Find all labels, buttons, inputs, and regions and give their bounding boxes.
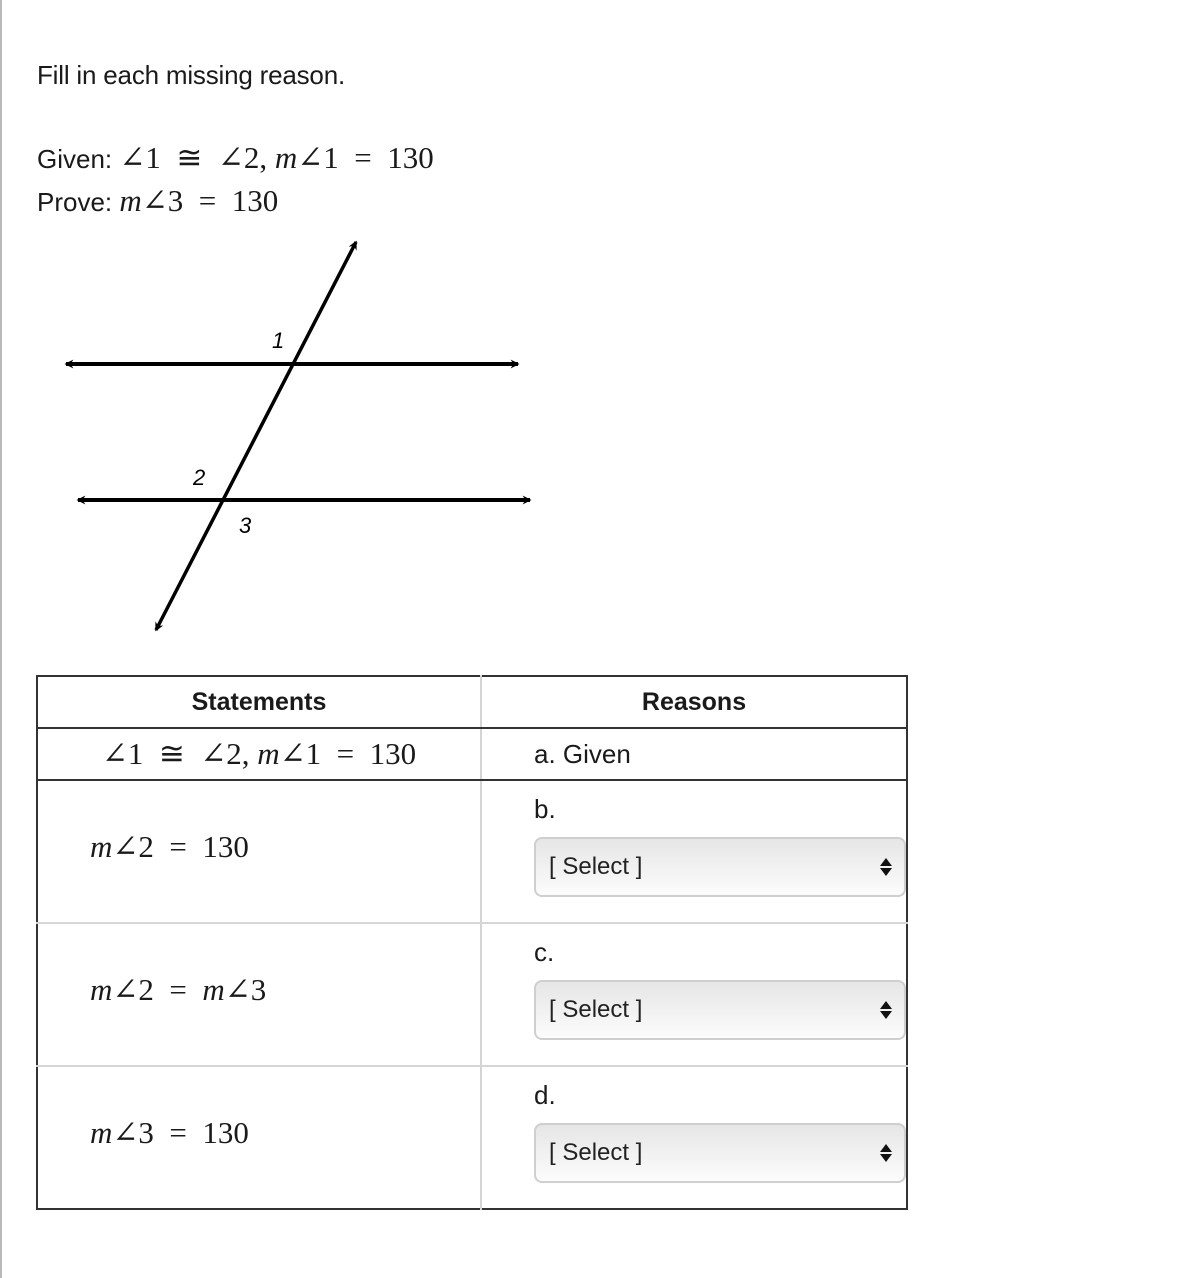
updown-arrows-icon — [880, 1144, 892, 1162]
math-token: 130 — [231, 183, 279, 218]
reason-b-select[interactable]: [ Select ] — [534, 837, 906, 897]
math-token: = — [169, 1114, 187, 1150]
reason-c-select[interactable]: [ Select ] — [534, 980, 906, 1040]
reason-cell: c. [ Select ] — [481, 923, 907, 1067]
table-row: m∠2 = m∠3 c. [ Select ] — [37, 923, 907, 1067]
math-token: m — [202, 971, 225, 1007]
header-statements: Statements — [37, 676, 482, 729]
reason-cell: a. Given — [481, 728, 907, 781]
math-token: 130 — [387, 140, 434, 175]
statement-math: m∠2 = 130 — [90, 829, 249, 864]
math-token: ∠2, — [217, 140, 268, 175]
statement-cell: m∠3 = 130 — [37, 1066, 482, 1209]
reason-letter: d. — [534, 1080, 556, 1110]
prove-math: m∠3 = 130 — [119, 183, 278, 218]
statement-math: ∠1 ≅ ∠2, m∠1 = 130 — [102, 736, 416, 771]
math-token: m — [90, 971, 113, 1007]
statement-cell: m∠2 = m∠3 — [37, 923, 482, 1067]
table-row: ∠1 ≅ ∠2, m∠1 = 130 a. Given — [37, 728, 907, 781]
given-line: Given: ∠1 ≅ ∠2, m∠1 = 130 — [37, 140, 434, 176]
math-token: m — [119, 183, 142, 218]
math-token: = — [198, 183, 217, 218]
math-token: ∠1 — [119, 140, 161, 175]
math-token: ∠2 — [112, 828, 154, 864]
updown-arrows-icon — [880, 1001, 892, 1019]
angle-label-1: 1 — [272, 328, 284, 353]
select-value: [ Select ] — [549, 996, 643, 1023]
math-token: ∠2, — [200, 736, 250, 771]
math-token: = — [336, 736, 355, 771]
angle-label-2: 2 — [192, 465, 205, 490]
table-row: m∠2 = 130 b. [ Select ] — [37, 780, 907, 924]
transversal-line — [154, 240, 358, 632]
statement-cell: m∠2 = 130 — [37, 780, 482, 924]
instructions: Fill in each missing reason. — [37, 60, 345, 90]
reason-d-select[interactable]: [ Select ] — [534, 1123, 906, 1183]
math-token: = — [169, 828, 187, 864]
math-token: m — [257, 736, 280, 771]
math-token: 130 — [202, 1114, 249, 1150]
math-token: = — [354, 140, 372, 175]
statement-math: m∠3 = 130 — [90, 1115, 249, 1150]
math-token: m — [90, 1114, 113, 1150]
math-token: ≅ — [176, 140, 203, 175]
reason-text: Given — [562, 738, 631, 769]
math-token: ∠3 — [141, 183, 184, 218]
statement-math: m∠2 = m∠3 — [90, 972, 266, 1007]
table-row: m∠3 = 130 d. [ Select ] — [37, 1066, 907, 1209]
statement-cell: ∠1 ≅ ∠2, m∠1 = 130 — [37, 728, 482, 781]
math-token: ∠1 — [101, 736, 144, 771]
math-token: ≅ — [158, 736, 185, 771]
table-header-row: Statements Reasons — [37, 676, 907, 729]
reason-letter: a. — [534, 738, 556, 769]
math-token: 130 — [369, 736, 417, 771]
math-token: ∠3 — [224, 971, 267, 1007]
prove-line: Prove: m∠3 = 130 — [37, 183, 278, 219]
header-reasons: Reasons — [481, 676, 907, 729]
reason-cell: d. [ Select ] — [481, 1066, 907, 1209]
proof-table: Statements Reasons ∠1 ≅ ∠2, m∠1 = 130 a.… — [36, 675, 908, 1210]
math-token: = — [169, 971, 187, 1007]
left-border — [0, 0, 2, 1278]
math-token: ∠2 — [112, 971, 154, 1007]
math-token: ∠1 — [279, 736, 322, 771]
math-token: ∠3 — [112, 1114, 154, 1150]
select-value: [ Select ] — [549, 853, 643, 880]
given-label: Given: — [37, 144, 113, 174]
reason-letter: b. — [534, 794, 556, 824]
angle-label-3: 3 — [239, 513, 252, 538]
updown-arrows-icon — [880, 858, 892, 876]
parallel-lines-diagram: 1 2 3 — [64, 240, 532, 632]
given-math: ∠1 ≅ ∠2, m∠1 = 130 — [119, 140, 433, 175]
math-token: 130 — [202, 828, 249, 864]
reason-letter: c. — [534, 937, 555, 967]
reason-cell: b. [ Select ] — [481, 780, 907, 924]
math-token: ∠1 — [297, 140, 339, 175]
select-value: [ Select ] — [549, 1139, 643, 1166]
math-token: m — [90, 828, 113, 864]
math-token: m — [274, 140, 298, 175]
prove-label: Prove: — [37, 187, 113, 217]
